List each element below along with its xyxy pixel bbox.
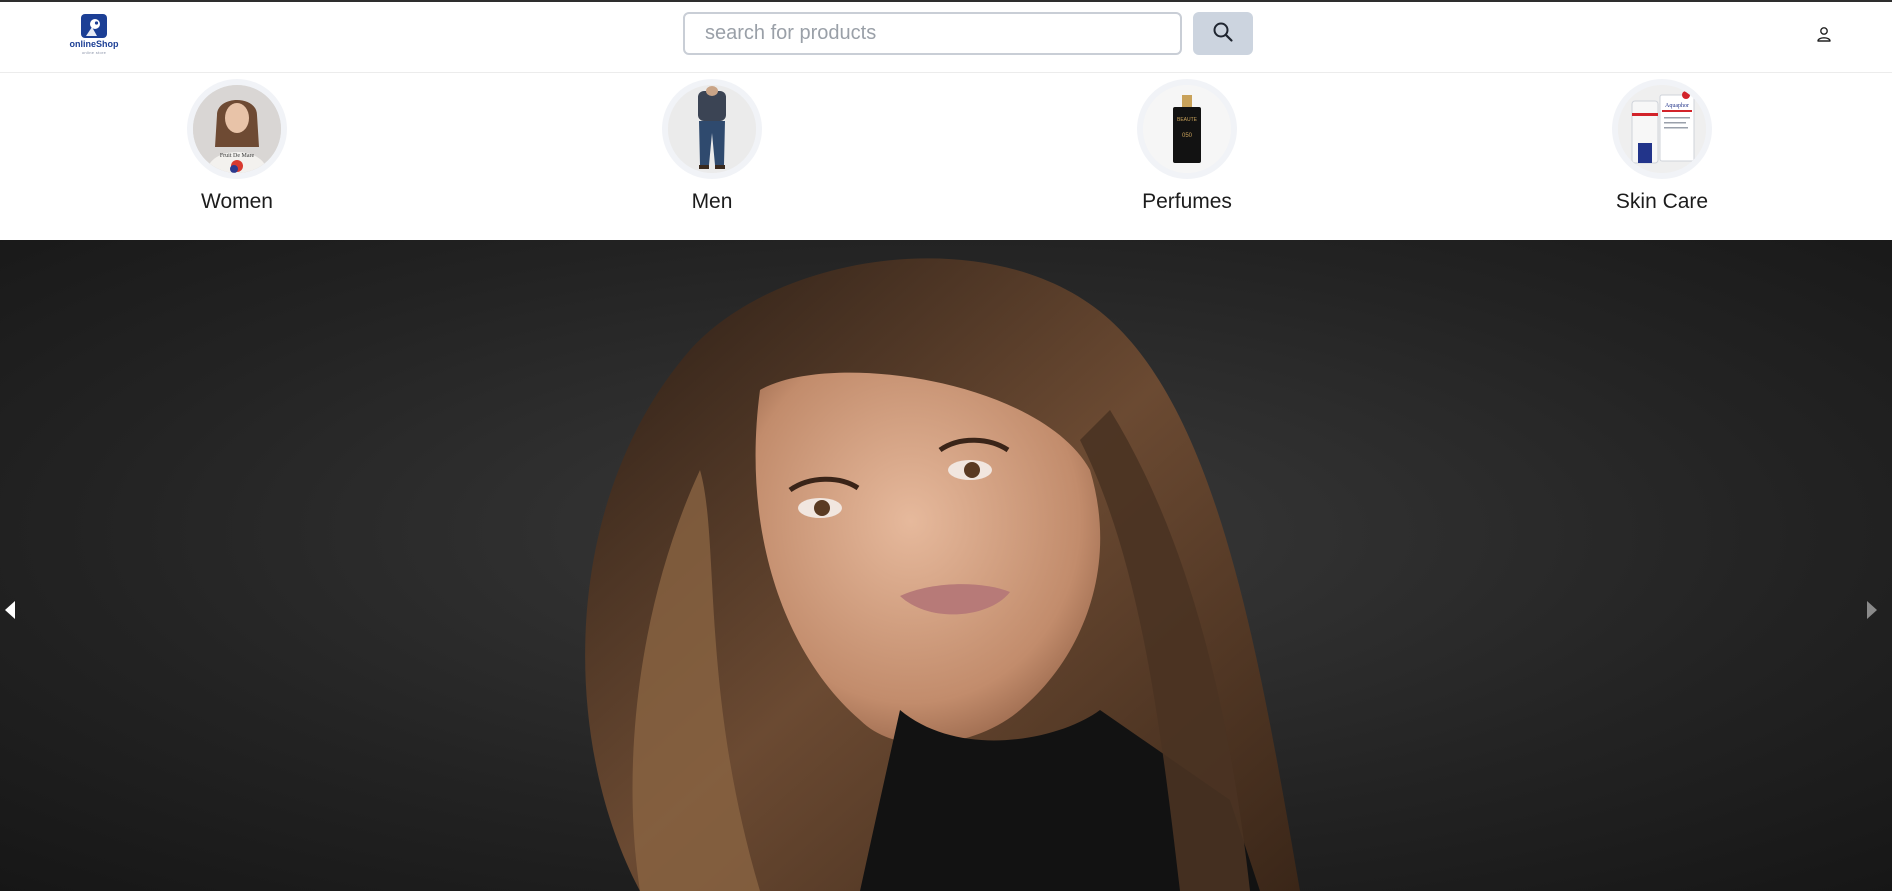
logo-name: onlineShop	[69, 39, 119, 49]
carousel-prev-button[interactable]	[4, 600, 34, 640]
category-label: Perfumes	[1142, 190, 1232, 213]
category-men[interactable]: Men	[642, 79, 782, 229]
logo-icon	[81, 14, 107, 38]
hero-image	[0, 240, 1892, 891]
site-logo[interactable]: onlineShop online store	[68, 14, 120, 56]
category-thumbnail	[662, 79, 762, 179]
category-skin-care[interactable]: Aquaphor Skin Care	[1592, 79, 1732, 229]
category-women[interactable]: Fruit De Mare Women	[167, 79, 307, 229]
svg-text:050: 050	[1182, 133, 1193, 139]
category-thumbnail: Fruit De Mare	[187, 79, 287, 179]
category-perfumes[interactable]: BEAUTE 050 Perfumes	[1117, 79, 1257, 229]
category-thumbnail: Aquaphor	[1612, 79, 1712, 179]
search-input[interactable]	[683, 12, 1182, 55]
category-label: Skin Care	[1615, 190, 1709, 213]
page: onlineShop online store search for produ…	[0, 0, 1892, 891]
carousel-next-button[interactable]	[1866, 600, 1892, 640]
category-label: Women	[201, 190, 273, 213]
svg-text:Aquaphor: Aquaphor	[1665, 103, 1689, 109]
user-icon	[1816, 26, 1832, 45]
category-thumbnail: BEAUTE 050	[1137, 79, 1237, 179]
svg-text:Fruit De Mare: Fruit De Mare	[220, 153, 255, 159]
account-button[interactable]	[1810, 22, 1838, 48]
search-icon	[1212, 21, 1234, 46]
hero-carousel	[0, 240, 1892, 891]
logo-tagline: online store	[81, 50, 107, 55]
category-bar: Fruit De Mare Women Men BEAUTE 050 Perfu…	[0, 73, 1892, 240]
search-button[interactable]	[1193, 12, 1253, 55]
category-label: Men	[691, 190, 733, 213]
top-header: onlineShop online store	[0, 0, 1892, 73]
svg-text:BEAUTE: BEAUTE	[1177, 117, 1198, 123]
